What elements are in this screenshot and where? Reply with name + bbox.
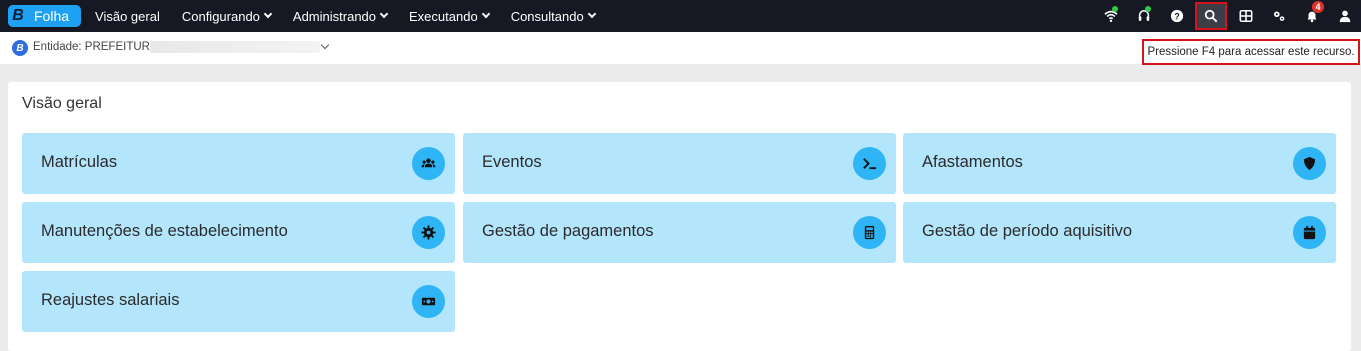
chevron-down-icon [263, 9, 273, 19]
gear-icon [412, 216, 445, 249]
toolbar-icons: ? 4 [1094, 0, 1361, 32]
overview-card: Visão geral Matrículas Eventos Afastamen… [8, 82, 1351, 351]
search-icon[interactable] [1195, 2, 1227, 30]
calendar-icon [1293, 216, 1326, 249]
nav-consultando[interactable]: Consultando [511, 9, 596, 24]
status-dot [1145, 6, 1151, 12]
money-icon [412, 285, 445, 318]
entity-logo-icon: B [12, 40, 28, 56]
tile-gestao-pagamentos[interactable]: Gestão de pagamentos [463, 202, 896, 263]
tile-manutencoes-estabelecimento[interactable]: Manutenções de estabelecimento [22, 202, 455, 263]
status-dot [1112, 6, 1118, 12]
tile-matriculas[interactable]: Matrículas [22, 133, 455, 194]
tile-afastamentos[interactable]: Afastamentos [903, 133, 1336, 194]
chevron-down-icon [481, 9, 490, 19]
terminal-icon [853, 147, 886, 180]
nav-visao-geral[interactable]: Visão geral [95, 9, 160, 24]
page-title: Visão geral [22, 95, 102, 112]
search-tooltip: Pressione F4 para acessar este recurso. [1142, 39, 1360, 65]
tile-reajustes-salariais[interactable]: Reajustes salariais [22, 271, 455, 332]
help-icon[interactable]: ? [1160, 0, 1193, 32]
gears-icon[interactable] [1262, 0, 1295, 32]
entity-label[interactable]: Entidade: PREFEITURA [33, 41, 158, 53]
grid-icon[interactable] [1229, 0, 1262, 32]
brand-name: Folha [34, 8, 70, 24]
users-icon [412, 147, 445, 180]
chevron-down-icon[interactable] [320, 40, 330, 50]
user-icon[interactable] [1328, 0, 1361, 32]
nav-administrando[interactable]: Administrando [293, 9, 389, 24]
svg-text:?: ? [1174, 12, 1179, 22]
headset-icon[interactable] [1127, 0, 1160, 32]
notification-badge: 4 [1312, 1, 1324, 13]
nav-executando[interactable]: Executando [409, 9, 490, 24]
main-menu: Visão geral Configurando Administrando E… [95, 9, 617, 24]
tile-eventos[interactable]: Eventos [463, 133, 896, 194]
bell-icon[interactable]: 4 [1295, 0, 1328, 32]
tile-gestao-periodo-aquisitivo[interactable]: Gestão de período aquisitivo [903, 202, 1336, 263]
nav-configurando[interactable]: Configurando [182, 9, 273, 24]
entity-name-redacted [150, 41, 320, 53]
chevron-down-icon [379, 9, 389, 19]
brand-logo-icon: B [8, 5, 28, 27]
chevron-down-icon [587, 9, 596, 19]
shield-icon [1293, 147, 1326, 180]
calculator-icon [853, 216, 886, 249]
top-navbar: B Folha Visão geral Configurando Adminis… [0, 0, 1361, 32]
wifi-icon[interactable] [1094, 0, 1127, 32]
app-brand[interactable]: B Folha [8, 5, 82, 27]
